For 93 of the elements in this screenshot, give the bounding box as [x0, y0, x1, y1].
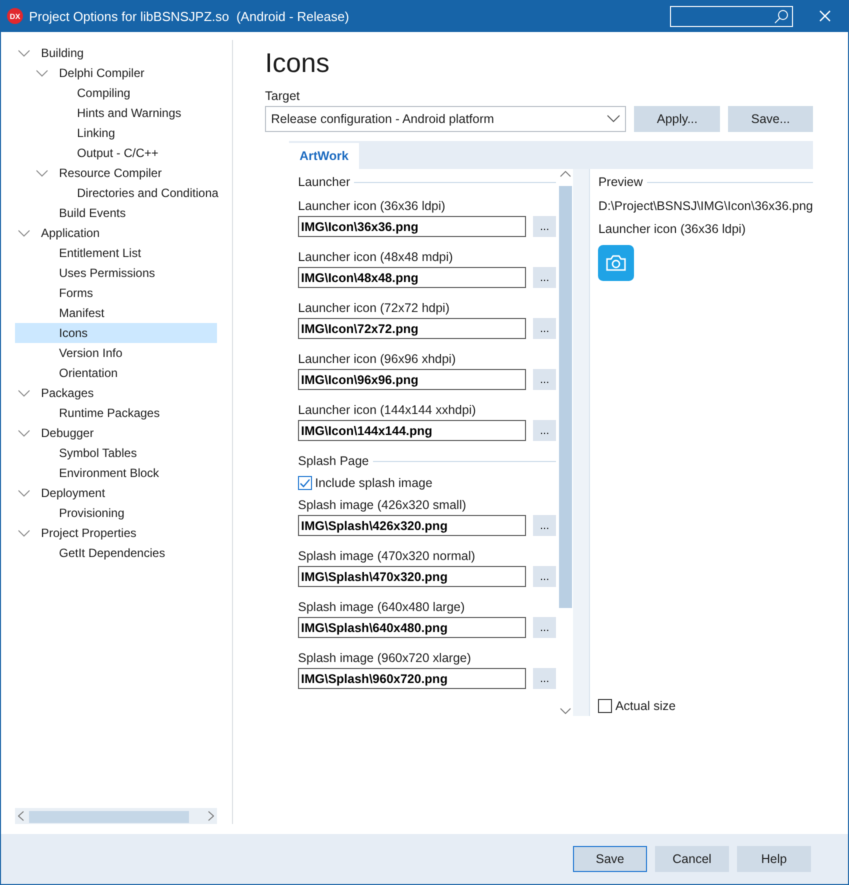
field-label: Launcher icon (96x96 xhdpi)	[298, 352, 457, 366]
file-path-field[interactable]: IMG\Splash\640x480.png	[298, 617, 526, 638]
preview-caption: Launcher icon (36x36 ldpi)	[598, 222, 747, 236]
scrollbar-thumb[interactable]	[29, 811, 189, 823]
tree-item[interactable]: Project Properties	[15, 523, 217, 543]
save-button[interactable]: Save...	[728, 106, 814, 132]
file-path-field[interactable]: IMG\Icon\144x144.png	[298, 420, 526, 441]
checkbox[interactable]	[598, 699, 612, 713]
field-label: Splash image (470x320 normal)	[298, 549, 476, 563]
dialog-button[interactable]: Help	[737, 846, 811, 872]
tree-item[interactable]: Linking	[15, 123, 217, 143]
chevron-down-icon[interactable]	[18, 530, 30, 536]
tree-item[interactable]: Debugger	[15, 423, 217, 443]
field-label: Splash image (426x320 small)	[298, 498, 468, 512]
target-label: Target	[265, 89, 301, 103]
tree-item[interactable]: Directories and Conditiona	[15, 183, 217, 203]
search-field[interactable]	[670, 6, 793, 26]
tree-item[interactable]: Hints and Warnings	[15, 103, 217, 123]
chevron-down-icon[interactable]	[18, 50, 30, 56]
tree-item[interactable]: Manifest	[15, 303, 217, 323]
target-dropdown[interactable]: Release configuration - Android platform	[265, 106, 626, 132]
field-label: Launcher icon (72x72 hdpi)	[298, 301, 450, 315]
file-path: D:\Project\BSNSJ\IMG\Icon\36x36.png	[598, 199, 813, 213]
browse-button[interactable]: ...	[533, 566, 556, 587]
tree-item[interactable]: Delphi Compiler	[15, 63, 217, 83]
file-path-field[interactable]: IMG\Splash\426x320.png	[298, 515, 526, 536]
tree-item[interactable]: Building	[15, 43, 217, 63]
tree-item[interactable]: Build Events	[15, 203, 217, 223]
dialog-button[interactable]: Save	[573, 846, 647, 872]
horizontal-scrollbar[interactable]	[15, 808, 217, 824]
chevron-left-icon[interactable]	[18, 811, 24, 821]
file-path-field[interactable]: IMG\Icon\96x96.png	[298, 369, 526, 390]
tree-item[interactable]: Forms	[15, 283, 217, 303]
browse-button[interactable]: ...	[533, 668, 556, 689]
field-label: Launcher icon (48x48 mdpi)	[298, 250, 454, 264]
search-icon	[774, 8, 789, 24]
apply-button[interactable]: Apply...	[634, 106, 720, 132]
tree-item[interactable]: Symbol Tables	[15, 443, 217, 463]
browse-button[interactable]: ...	[533, 420, 556, 441]
tree-item[interactable]: Icons	[15, 323, 217, 343]
chevron-right-icon[interactable]	[208, 811, 214, 821]
browse-button[interactable]: ...	[533, 617, 556, 638]
file-path-field[interactable]: IMG\Icon\72x72.png	[298, 318, 526, 339]
field-label: Splash image (640x480 large)	[298, 600, 466, 614]
tree-item[interactable]: Environment Block	[15, 463, 217, 483]
checkbox[interactable]	[298, 476, 312, 490]
tree-item[interactable]: Packages	[15, 383, 217, 403]
field-label: Launcher icon (144x144 xxhdpi)	[298, 403, 477, 417]
checkbox-label: Include splash image	[315, 476, 432, 490]
field-label: Launcher icon (36x36 ldpi)	[298, 199, 446, 213]
chevron-down-icon[interactable]	[560, 708, 572, 714]
tree-item[interactable]: Provisioning	[15, 503, 217, 523]
file-path-field[interactable]: IMG\Splash\960x720.png	[298, 668, 526, 689]
tree-item[interactable]: Runtime Packages	[15, 403, 217, 423]
chevron-down-icon	[607, 115, 620, 123]
tree-item[interactable]: GetIt Dependencies	[15, 543, 217, 563]
file-path-field[interactable]: IMG\Splash\470x320.png	[298, 566, 526, 587]
browse-button[interactable]: ...	[533, 216, 556, 237]
tree-item[interactable]: Deployment	[15, 483, 217, 503]
field-label: Splash image (960x720 xlarge)	[298, 651, 472, 665]
chevron-down-icon[interactable]	[36, 70, 48, 76]
close-icon[interactable]	[819, 10, 831, 22]
camera-icon	[598, 245, 634, 281]
file-path-field[interactable]: IMG\Icon\36x36.png	[298, 216, 526, 237]
dialog-button[interactable]: Cancel	[655, 846, 729, 872]
tree-item[interactable]: Output - C/C++	[15, 143, 217, 163]
chevron-down-icon[interactable]	[18, 390, 30, 396]
tree-item[interactable]: Application	[15, 223, 217, 243]
chevron-down-icon[interactable]	[18, 230, 30, 236]
tree-item[interactable]: Uses Permissions	[15, 263, 217, 283]
browse-button[interactable]: ...	[533, 267, 556, 288]
tree-item[interactable]: Compiling	[15, 83, 217, 103]
tree-item[interactable]: Version Info	[15, 343, 217, 363]
section-title: Preview	[598, 175, 643, 189]
browse-button[interactable]: ...	[533, 369, 556, 390]
scrollbar-thumb[interactable]	[558, 186, 572, 608]
section-title: Launcher	[298, 175, 350, 189]
tree-item[interactable]: Resource Compiler	[15, 163, 217, 183]
file-path-field[interactable]: IMG\Icon\48x48.png	[298, 267, 526, 288]
tab[interactable]: ArtWork	[289, 143, 359, 169]
chevron-down-icon[interactable]	[18, 430, 30, 436]
browse-button[interactable]: ...	[533, 318, 556, 339]
checkbox-label: Actual size	[615, 699, 676, 713]
chevron-down-icon[interactable]	[18, 490, 30, 496]
vertical-scrollbar[interactable]	[558, 169, 574, 716]
page-title: Icons	[265, 48, 331, 79]
chevron-down-icon[interactable]	[36, 170, 48, 176]
chevron-up-icon[interactable]	[560, 171, 572, 177]
section-title: Splash Page	[298, 454, 369, 468]
browse-button[interactable]: ...	[533, 515, 556, 536]
window-title: Project Options for libBSNSJPZ.so (Android - Release)	[29, 8, 350, 24]
tree-item[interactable]: Entitlement List	[15, 243, 217, 263]
tree-item[interactable]: Orientation	[15, 363, 217, 383]
